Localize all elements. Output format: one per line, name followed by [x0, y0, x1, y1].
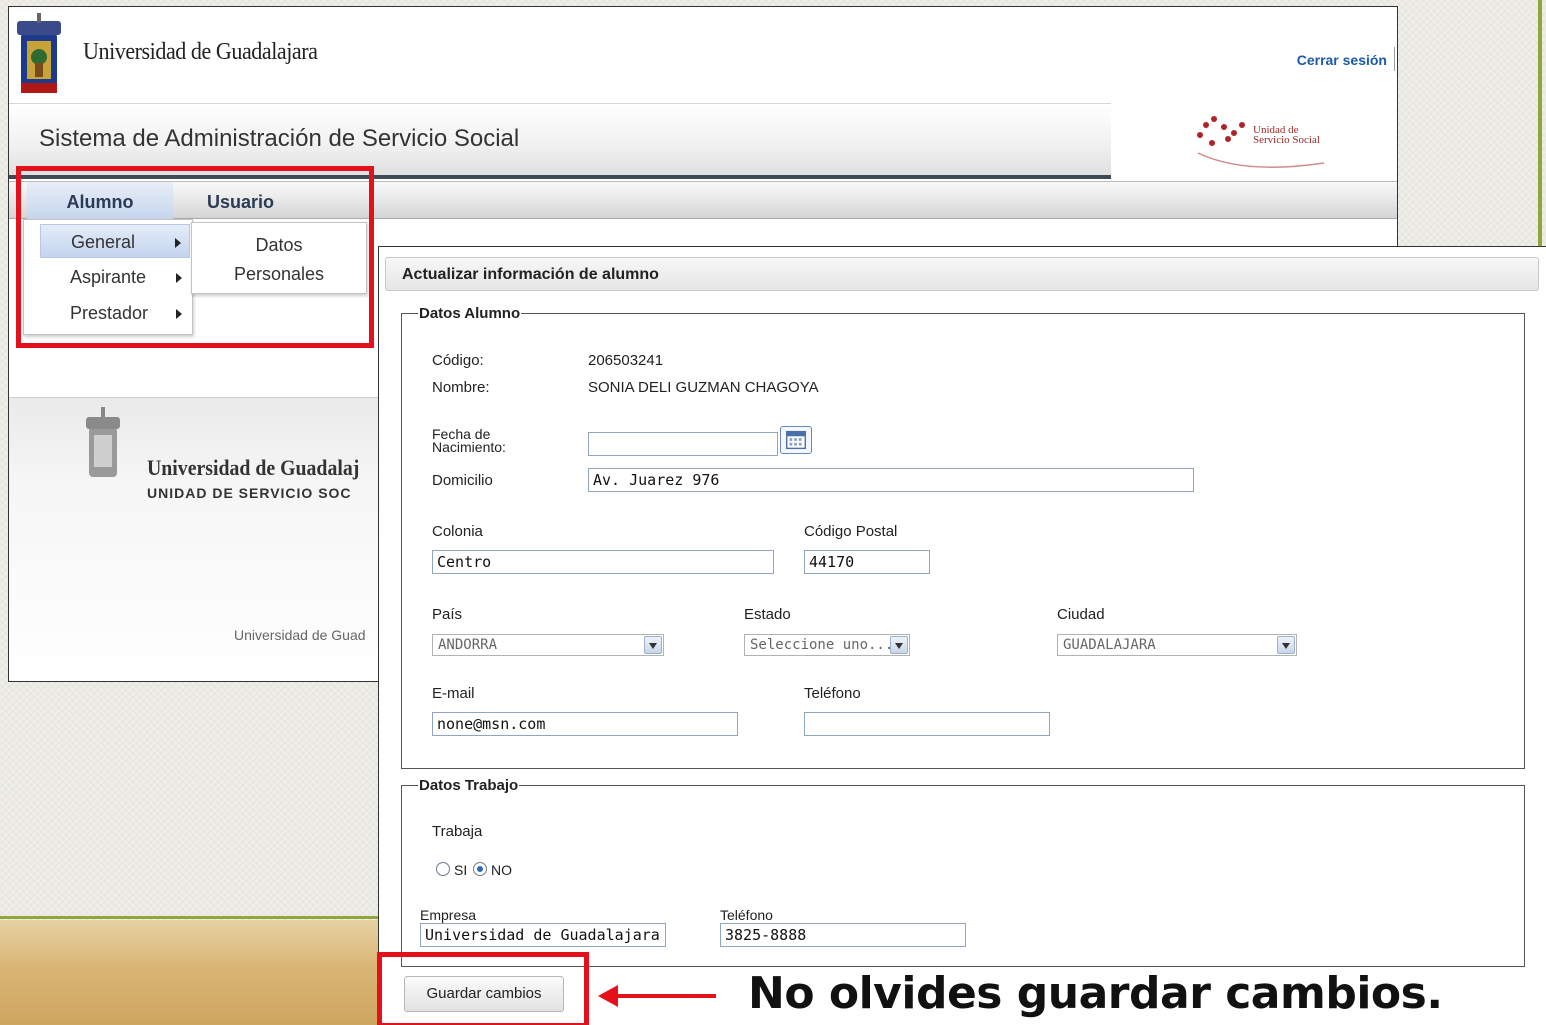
- ciudad-select[interactable]: GUADALAJARA: [1057, 634, 1297, 656]
- radio-no-label: NO: [491, 862, 512, 878]
- calendar-icon[interactable]: [780, 426, 812, 454]
- arrow-line: [612, 994, 716, 998]
- pais-select[interactable]: ANDORRA: [432, 634, 664, 656]
- chevron-down-icon: [1277, 636, 1295, 654]
- menu-highlight-box: [16, 166, 374, 348]
- save-highlight-box: [377, 952, 589, 1025]
- university-crest-icon: [17, 13, 61, 93]
- domicilio-label: Domicilio: [432, 472, 493, 489]
- telefono-label: Teléfono: [804, 685, 861, 702]
- nombre-value: SONIA DELI GUZMAN CHAGOYA: [588, 379, 819, 396]
- footer-university-name: Universidad de Guadalaj: [147, 455, 360, 480]
- colonia-label: Colonia: [432, 523, 483, 540]
- form-title: Actualizar información de alumno: [385, 257, 1539, 291]
- chevron-down-icon: [890, 636, 908, 654]
- pais-select-value: ANDORRA: [438, 637, 498, 653]
- telefono-input[interactable]: [804, 712, 1050, 736]
- fieldset-datos-alumno: Datos Alumno: [401, 305, 1525, 769]
- fecha-label-line-2: Nacimiento:: [432, 439, 506, 455]
- domicilio-input[interactable]: Av. Juarez 976: [588, 468, 1194, 492]
- codigo-value: 206503241: [588, 352, 664, 369]
- estado-label: Estado: [744, 606, 791, 623]
- ciudad-label: Ciudad: [1057, 606, 1105, 623]
- footer-crest-icon: [86, 407, 120, 477]
- colonia-input[interactable]: Centro: [432, 550, 774, 574]
- system-title: Sistema de Administración de Servicio So…: [39, 125, 520, 152]
- email-input[interactable]: none@msn.com: [432, 712, 738, 736]
- fecha-label: Fecha de Nacimiento:: [432, 427, 506, 455]
- telefono-trabajo-input[interactable]: 3825-8888: [720, 923, 966, 947]
- trabaja-label: Trabaja: [432, 823, 483, 840]
- ciudad-select-value: GUADALAJARA: [1063, 637, 1156, 653]
- university-name: Universidad de Guadalajara: [83, 39, 318, 65]
- codigo-postal-input[interactable]: 44170: [804, 550, 930, 574]
- footer-unit-name: UNIDAD DE SERVICIO SOC: [147, 485, 352, 501]
- header-separator: [1394, 47, 1395, 71]
- estado-select-value: Seleccione uno...: [750, 637, 894, 653]
- codigo-label: Código:: [432, 352, 484, 369]
- empresa-label: Empresa: [420, 907, 477, 923]
- telefono-trabajo-label: Teléfono: [720, 907, 773, 923]
- radio-si[interactable]: [436, 862, 450, 876]
- fecha-nacimiento-input[interactable]: [588, 432, 778, 456]
- radio-si-label: SI: [454, 862, 468, 878]
- uss-logo-text: Unidad de Servicio Social: [1253, 125, 1320, 146]
- email-label: E-mail: [432, 685, 475, 702]
- pais-label: País: [432, 606, 463, 623]
- legend-datos-alumno: Datos Alumno: [419, 305, 521, 322]
- radio-no[interactable]: [473, 862, 487, 876]
- nombre-label: Nombre:: [432, 379, 490, 396]
- footer-copyright: Universidad de Guad: [234, 627, 366, 643]
- reminder-text: No olvides guardar cambios.: [748, 968, 1443, 1019]
- estado-select[interactable]: Seleccione uno...: [744, 634, 910, 656]
- empresa-input[interactable]: Universidad de Guadalajara: [420, 923, 666, 947]
- uss-logo-line-2: Servicio Social: [1253, 134, 1320, 146]
- slide-divider-line: [0, 916, 380, 919]
- cp-label: Código Postal: [804, 523, 898, 540]
- chevron-down-icon: [644, 636, 662, 654]
- slide-accent-line: [1538, 0, 1542, 250]
- logout-link[interactable]: Cerrar sesión: [1297, 52, 1387, 68]
- legend-datos-trabajo: Datos Trabajo: [419, 777, 519, 794]
